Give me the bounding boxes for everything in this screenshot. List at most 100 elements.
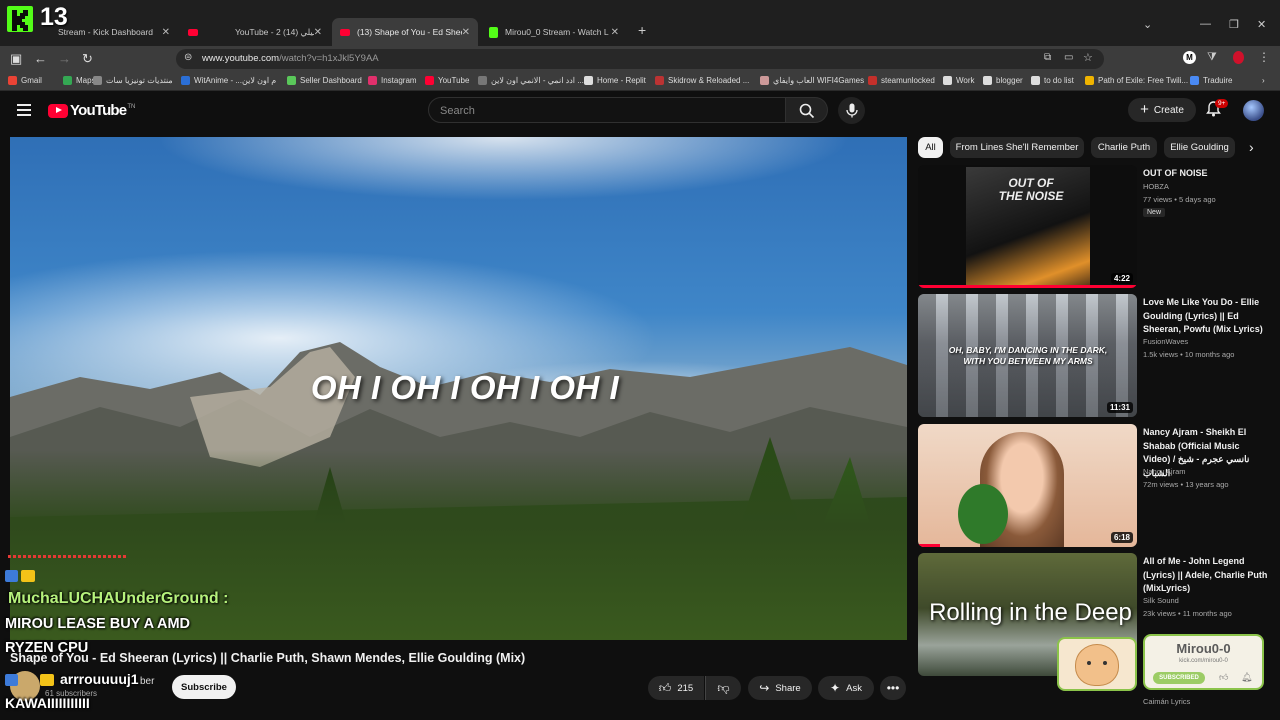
address-bar[interactable]: ⊜ www.youtube.com/watch?v=h1xJkl5Y9AA ⧉ … bbox=[176, 49, 1104, 69]
related-video[interactable]: 6:18 Nancy Ajram - Sheikh El Shabab (Off… bbox=[918, 424, 1278, 549]
share-button[interactable]: ↪ Share bbox=[748, 676, 812, 700]
bookmark-label: العاب وايفاي WIFI4Games bbox=[773, 76, 865, 85]
bookmark-label: Work bbox=[956, 76, 975, 85]
menu-icon[interactable]: ⋮ bbox=[1258, 50, 1270, 64]
close-icon[interactable]: ✕ bbox=[162, 27, 170, 38]
kick-logo-icon bbox=[7, 6, 33, 32]
tab-youtube-leila[interactable]: YouTube - 2 (14) ليلي ✕ bbox=[222, 18, 330, 46]
extensions-icon[interactable]: ⧩ bbox=[1207, 51, 1217, 64]
video-player[interactable]: OH I OH I OH I OH I bbox=[10, 137, 907, 640]
lyrics-caption: OH I OH I OH I OH I bbox=[310, 369, 620, 406]
logo-text: YouTube bbox=[70, 102, 127, 119]
profile-m-icon[interactable]: M bbox=[1183, 51, 1196, 64]
bookmark-item[interactable]: Instagram bbox=[368, 76, 417, 85]
new-tab-button[interactable]: + bbox=[638, 22, 646, 38]
related-video[interactable]: OUT OF THE NOISE 4:22 OUT OF NOISE HOBZA… bbox=[918, 165, 1278, 290]
bookmark-favicon-icon bbox=[425, 76, 434, 85]
bookmark-item[interactable]: Work bbox=[943, 76, 975, 85]
ask-button[interactable]: ✦ Ask bbox=[818, 676, 874, 700]
tab-search-icon[interactable]: ⌄ bbox=[1143, 18, 1152, 31]
bookmark-item[interactable]: Skidrow & Reloaded ... bbox=[655, 76, 749, 85]
video-thumbnail[interactable]: OUT OF THE NOISE 4:22 bbox=[918, 165, 1137, 288]
bookmark-item[interactable]: to do list bbox=[1031, 76, 1074, 85]
chat-message: KAWAIIIIIIIIIII bbox=[5, 695, 90, 711]
cast-icon[interactable]: ▭ bbox=[1064, 52, 1073, 63]
hamburger-menu-icon[interactable] bbox=[17, 104, 31, 116]
bookmark-favicon-icon bbox=[983, 76, 992, 85]
chip-all[interactable]: All bbox=[918, 137, 943, 158]
close-window-icon[interactable]: ✕ bbox=[1257, 18, 1266, 31]
chip-charlie-puth[interactable]: Charlie Puth bbox=[1091, 137, 1157, 158]
watch-progress-bar bbox=[918, 544, 940, 547]
chip-ellie-goulding[interactable]: Ellie Goulding bbox=[1164, 137, 1235, 158]
bookmark-item[interactable]: ادد انمي - الانمي اون لاين ... bbox=[478, 76, 584, 85]
bookmark-item[interactable]: steamunlocked bbox=[868, 76, 935, 85]
bookmark-star-icon[interactable]: ☆ bbox=[1083, 51, 1093, 64]
logo-country: TN bbox=[127, 103, 136, 110]
more-actions-button[interactable]: ••• bbox=[880, 676, 906, 700]
related-title: OUT OF NOISE bbox=[1143, 168, 1208, 178]
related-video[interactable]: OH, BABY, I'M DANCING IN THE DARK, WITH … bbox=[918, 294, 1278, 419]
url-path: /watch?v=h1xJkl5Y9AA bbox=[279, 53, 379, 64]
tab-youtube-pinned[interactable] bbox=[180, 18, 210, 46]
share-label: Share bbox=[775, 682, 801, 694]
voice-search-button[interactable] bbox=[838, 97, 865, 124]
subscribe-button[interactable]: Subscribe bbox=[172, 675, 236, 699]
thumbnail-text: OH, BABY, I'M DANCING IN THE DARK, WITH … bbox=[948, 345, 1108, 366]
cat-eye-icon bbox=[1103, 661, 1107, 665]
search-placeholder: Search bbox=[440, 105, 475, 117]
bookmark-favicon-icon bbox=[93, 76, 102, 85]
bookmark-item[interactable]: WitAnime - ...م اون لاين bbox=[181, 76, 276, 85]
like-button[interactable]: 👍︎ 215 bbox=[648, 676, 704, 700]
video-thumbnail[interactable]: OH, BABY, I'M DANCING IN THE DARK, WITH … bbox=[918, 294, 1137, 417]
search-button[interactable] bbox=[786, 97, 828, 123]
create-label: Create bbox=[1153, 104, 1184, 116]
bookmark-label: Instagram bbox=[381, 76, 417, 85]
bookmark-label: steamunlocked bbox=[881, 76, 935, 85]
video-thumbnail[interactable]: 6:18 bbox=[918, 424, 1137, 547]
bookmark-item[interactable]: blogger bbox=[983, 76, 1023, 85]
account-avatar[interactable] bbox=[1243, 100, 1264, 121]
close-icon[interactable]: ✕ bbox=[611, 27, 619, 38]
chat-username: arrrouuuuj1 bbox=[60, 671, 139, 687]
bookmark-item[interactable]: Seller Dashboard bbox=[287, 76, 362, 85]
tab-shape-of-you[interactable]: (13) Shape of You - Ed Sheeran ✕ bbox=[332, 18, 478, 46]
forward-icon[interactable]: → bbox=[58, 51, 71, 66]
youtube-logo[interactable]: YouTube TN bbox=[48, 102, 135, 119]
tab-mirou-stream[interactable]: Mirou0_0 Stream - Watch L ✕ bbox=[481, 18, 627, 46]
site-info-icon[interactable]: ⊜ bbox=[184, 52, 192, 63]
video-duration: 6:18 bbox=[1110, 532, 1133, 543]
bookmark-item[interactable]: العاب وايفاي WIFI4Games bbox=[760, 76, 864, 85]
create-button[interactable]: + Create bbox=[1128, 98, 1196, 122]
search-input[interactable]: Search bbox=[428, 97, 786, 123]
bookmark-label: to do list bbox=[1044, 76, 1074, 85]
maximize-icon[interactable]: ❐ bbox=[1229, 18, 1239, 31]
reload-icon[interactable]: ↻ bbox=[82, 51, 93, 66]
channel-name[interactable]: ber bbox=[140, 676, 154, 687]
close-icon[interactable]: ✕ bbox=[462, 27, 470, 38]
extension-red-icon[interactable] bbox=[1233, 51, 1244, 64]
bookmark-label: Home - Replit bbox=[597, 76, 646, 85]
minimize-icon[interactable]: — bbox=[1200, 18, 1211, 30]
bookmark-item[interactable]: Path of Exile: Free Twili... bbox=[1085, 76, 1188, 85]
kick-favicon-icon bbox=[489, 26, 498, 38]
bookmark-item[interactable]: Traduire bbox=[1190, 76, 1233, 85]
back-icon[interactable]: ← bbox=[34, 51, 47, 66]
bookmark-item[interactable]: Maps bbox=[63, 76, 96, 85]
bookmark-favicon-icon bbox=[584, 76, 593, 85]
chip-from-lines[interactable]: From Lines She'll Remember bbox=[950, 137, 1084, 158]
chevron-right-icon[interactable]: › bbox=[1249, 139, 1254, 155]
bookmark-item[interactable]: YouTube bbox=[425, 76, 469, 85]
bookmark-item[interactable]: منتديات تونيزيا سات bbox=[93, 76, 173, 85]
bookmark-favicon-icon bbox=[63, 76, 72, 85]
sidebar-icon[interactable]: ▣ bbox=[10, 51, 22, 66]
thumbs-down-icon: 👎︎ bbox=[717, 680, 730, 695]
bookmark-label: Gmail bbox=[21, 76, 42, 85]
streamer-name: Mirou0-0 bbox=[1176, 641, 1231, 656]
bookmarks-overflow-icon[interactable]: › bbox=[1262, 76, 1265, 85]
bookmark-item[interactable]: Gmail bbox=[8, 76, 42, 85]
dislike-button[interactable]: 👎︎ bbox=[705, 676, 741, 700]
install-icon[interactable]: ⧉ bbox=[1044, 52, 1051, 63]
close-icon[interactable]: ✕ bbox=[314, 27, 322, 38]
bookmark-item[interactable]: Home - Replit bbox=[584, 76, 646, 85]
